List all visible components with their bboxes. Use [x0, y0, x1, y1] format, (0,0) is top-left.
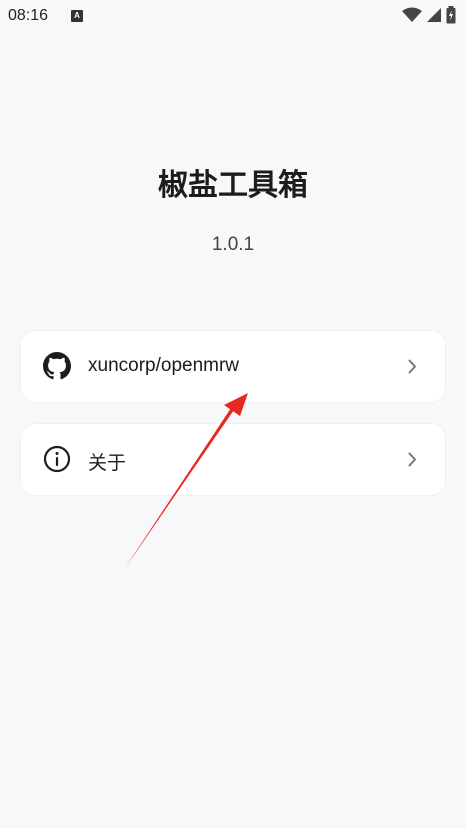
about-item[interactable]: 关于 — [21, 424, 445, 495]
status-icons — [402, 6, 456, 24]
battery-icon — [446, 6, 456, 24]
github-repo-label: xuncorp/openmrw — [88, 355, 240, 376]
status-bar: 08:16 A — [0, 0, 466, 32]
info-icon — [43, 445, 71, 473]
notification-a-icon: A — [71, 10, 83, 22]
about-label: 关于 — [88, 453, 127, 474]
annotation-arrow — [123, 393, 248, 571]
app-version: 1.0.1 — [211, 234, 255, 255]
app-title: 椒盐工具箱 — [158, 168, 308, 203]
github-icon — [43, 352, 71, 380]
wifi-icon — [402, 7, 422, 22]
chevron-right-icon — [408, 452, 416, 467]
signal-icon — [427, 8, 441, 22]
chevron-right-icon — [408, 359, 416, 374]
status-time: 08:16 — [8, 7, 49, 24]
github-repo-item[interactable]: xuncorp/openmrw — [21, 331, 445, 402]
